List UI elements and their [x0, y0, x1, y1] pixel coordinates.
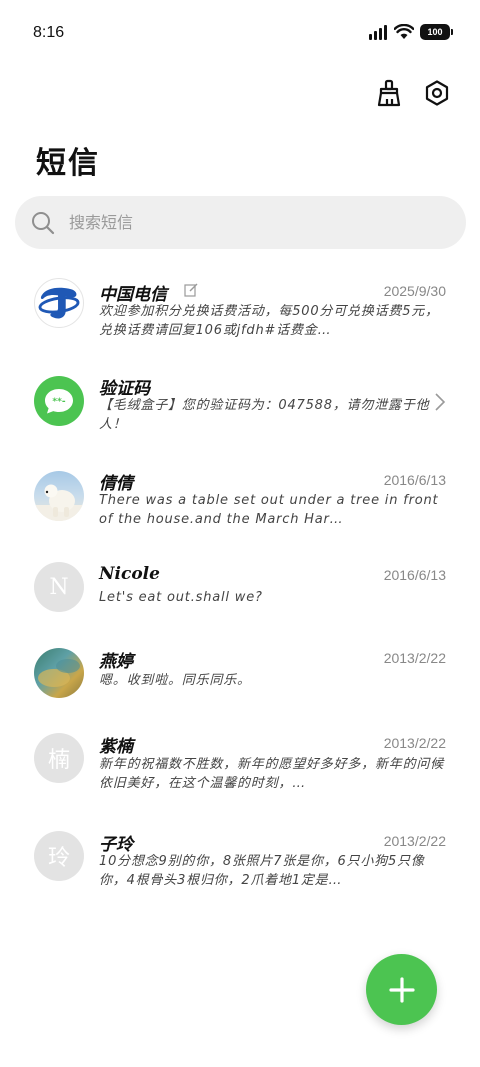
- message-bubble-icon: **-: [45, 389, 73, 414]
- top-actions: [374, 78, 452, 108]
- settings-button[interactable]: [422, 78, 452, 108]
- conversation-date: 2016/6/13: [383, 567, 446, 583]
- message-list: 中国电信 2025/9/30 欢迎参加积分兑换话费活动，每500分可兑换话费5元…: [0, 268, 480, 919]
- status-icons: 100: [368, 24, 453, 40]
- edit-icon: [184, 283, 198, 297]
- status-time: 8:16: [33, 24, 65, 41]
- conversation-item[interactable]: 倩倩 2016/6/13 There was a table set out u…: [0, 462, 480, 561]
- conversation-preview: Let's eat out.shall we?: [99, 590, 263, 605]
- clean-button[interactable]: [374, 78, 404, 108]
- conversation-item[interactable]: N Nicole 2016/6/13 Let's eat out.shall w…: [0, 561, 480, 646]
- search-input[interactable]: [69, 213, 429, 232]
- compose-button[interactable]: [366, 954, 437, 1025]
- conversation-preview: 欢迎参加积分兑换话费活动，每500分可兑换话费5元，兑换话费请回复106或jfd…: [99, 304, 439, 338]
- conversation-date: 2025/9/30: [383, 283, 446, 299]
- page-title: 短信: [36, 146, 100, 181]
- chevron-right-icon: [435, 393, 446, 411]
- contact-avatar-letter: 楠: [34, 733, 84, 783]
- battery-icon: 100: [420, 24, 453, 40]
- landscape-image: [38, 659, 80, 687]
- settings-icon: [425, 80, 449, 106]
- signal-icon: [369, 25, 387, 40]
- conversation-preview: 【毛绒盒子】您的验证码为：047588，请勿泄露于他人！: [99, 398, 430, 432]
- conversation-preview: There was a table set out under a tree i…: [99, 493, 439, 527]
- china-telecom-logo-icon: [38, 287, 80, 319]
- search-bar[interactable]: [15, 196, 466, 249]
- conversation-name: 燕婷: [99, 652, 133, 672]
- conversation-date: 2013/2/22: [383, 735, 446, 751]
- conversation-name: 紫楠: [99, 737, 133, 757]
- conversation-preview: 10分想念9别的你，8张照片7张是你，6只小狗5只像你，4根骨头3根归你，2爪着…: [99, 854, 425, 888]
- conversation-name: Nicole: [99, 564, 160, 584]
- conversation-item[interactable]: 玲 子玲 2013/2/22 10分想念9别的你，8张照片7张是你，6只小狗5只…: [0, 829, 480, 919]
- contact-avatar-letter: 玲: [34, 831, 84, 881]
- conversation-date: 2016/6/13: [383, 472, 446, 488]
- broom-icon: [377, 79, 401, 107]
- conversation-item[interactable]: 中国电信 2025/9/30 欢迎参加积分兑换话费活动，每500分可兑换话费5元…: [0, 268, 480, 364]
- search-icon: [32, 211, 55, 234]
- verification-avatar: **-: [34, 376, 84, 426]
- contact-avatar-letter: N: [34, 562, 84, 612]
- conversation-date: 2013/2/22: [383, 833, 446, 849]
- plus-icon: [388, 976, 415, 1003]
- conversation-preview: 嗯。收到啦。同乐同乐。: [99, 673, 251, 688]
- conversation-date: 2013/2/22: [383, 650, 446, 666]
- conversation-item[interactable]: 燕婷 2013/2/22 嗯。收到啦。同乐同乐。: [0, 646, 480, 731]
- wifi-icon: [394, 24, 414, 39]
- conversation-preview: 新年的祝福数不胜数，新年的愿望好多好多，新年的问候依旧美好，在这个温馨的时刻，…: [99, 757, 445, 791]
- status-bar: 8:16 100: [0, 0, 480, 68]
- polar-bear-image: [34, 484, 84, 521]
- contact-avatar-photo: [34, 471, 84, 521]
- china-telecom-avatar: [34, 278, 84, 328]
- svg-text:**-: **-: [52, 397, 65, 407]
- contact-avatar-photo: [34, 648, 84, 698]
- conversation-item[interactable]: 楠 紫楠 2013/2/22 新年的祝福数不胜数，新年的愿望好多好多，新年的问候…: [0, 731, 480, 829]
- conversation-item[interactable]: **- 验证码 【毛绒盒子】您的验证码为：047588，请勿泄露于他人！: [0, 364, 480, 462]
